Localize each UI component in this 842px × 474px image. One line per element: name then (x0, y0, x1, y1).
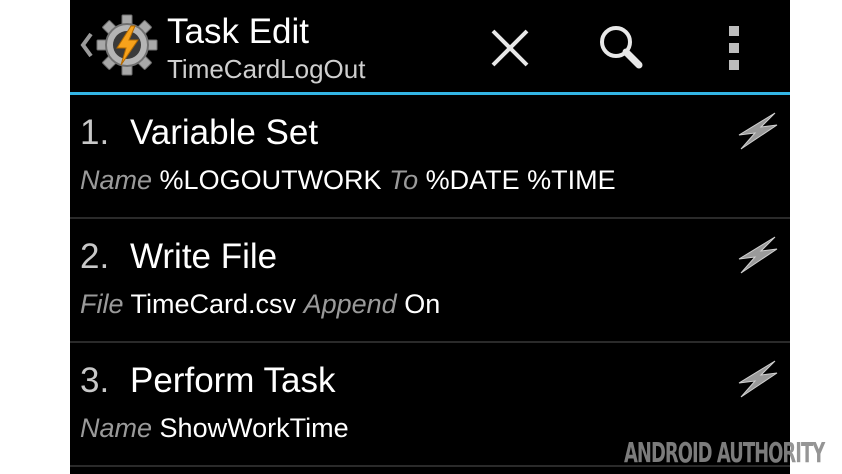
action-name: Variable Set (130, 113, 319, 152)
action-title: 3. Perform Task (80, 361, 336, 401)
action-bar: Task Edit TimeCardLogOut (70, 0, 790, 92)
watermark: ANDROID AUTHORITY (624, 436, 825, 469)
action-name: Perform Task (130, 361, 336, 400)
param-label: To (389, 165, 419, 195)
lightning-bolt-icon[interactable] (735, 235, 779, 275)
action-number: 1. (80, 113, 110, 152)
param-label: File (80, 289, 124, 319)
task-name-subtitle: TimeCardLogOut (167, 54, 366, 84)
param-value: On (404, 289, 441, 319)
action-title: 1. Variable Set (80, 113, 318, 153)
action-title: 2. Write File (80, 237, 277, 277)
action-number: 2. (80, 237, 110, 276)
title-block: Task Edit TimeCardLogOut (167, 12, 365, 86)
param-label: Name (80, 165, 153, 195)
param-value: %DATE %TIME (425, 165, 616, 195)
param-value: TimeCard.csv (130, 289, 297, 319)
overflow-menu-icon (729, 26, 739, 70)
param-label: Append (303, 289, 397, 319)
lightning-bolt-icon[interactable] (735, 359, 779, 399)
list-item-action-1[interactable]: 1. Variable Set Name %LOGOUTWORK To %DATE… (70, 95, 790, 219)
action-params: File TimeCard.csv Append On (80, 286, 440, 322)
search-icon (600, 26, 643, 69)
close-button[interactable] (480, 18, 540, 78)
page-title: Task Edit (167, 12, 309, 51)
param-label: Name (80, 413, 153, 443)
back-caret-icon[interactable] (78, 30, 96, 60)
action-name: Write File (130, 237, 278, 276)
action-params: Name %LOGOUTWORK To %DATE %TIME (80, 162, 616, 198)
lightning-bolt-icon[interactable] (735, 111, 779, 151)
close-icon (491, 29, 529, 67)
list-item-action-2[interactable]: 2. Write File File TimeCard.csv Append On (70, 219, 790, 343)
action-list: 1. Variable Set Name %LOGOUTWORK To %DATE… (70, 95, 790, 467)
tasker-gear-bolt-icon[interactable] (96, 14, 158, 76)
param-value: %LOGOUTWORK (159, 165, 382, 195)
param-value: ShowWorkTime (159, 413, 349, 443)
action-number: 3. (80, 361, 110, 400)
action-params: Name ShowWorkTime (80, 410, 349, 446)
phone-screen: Task Edit TimeCardLogOut 1. Variable Set… (70, 0, 790, 474)
search-button[interactable] (592, 18, 652, 78)
overflow-menu-button[interactable] (704, 18, 764, 78)
